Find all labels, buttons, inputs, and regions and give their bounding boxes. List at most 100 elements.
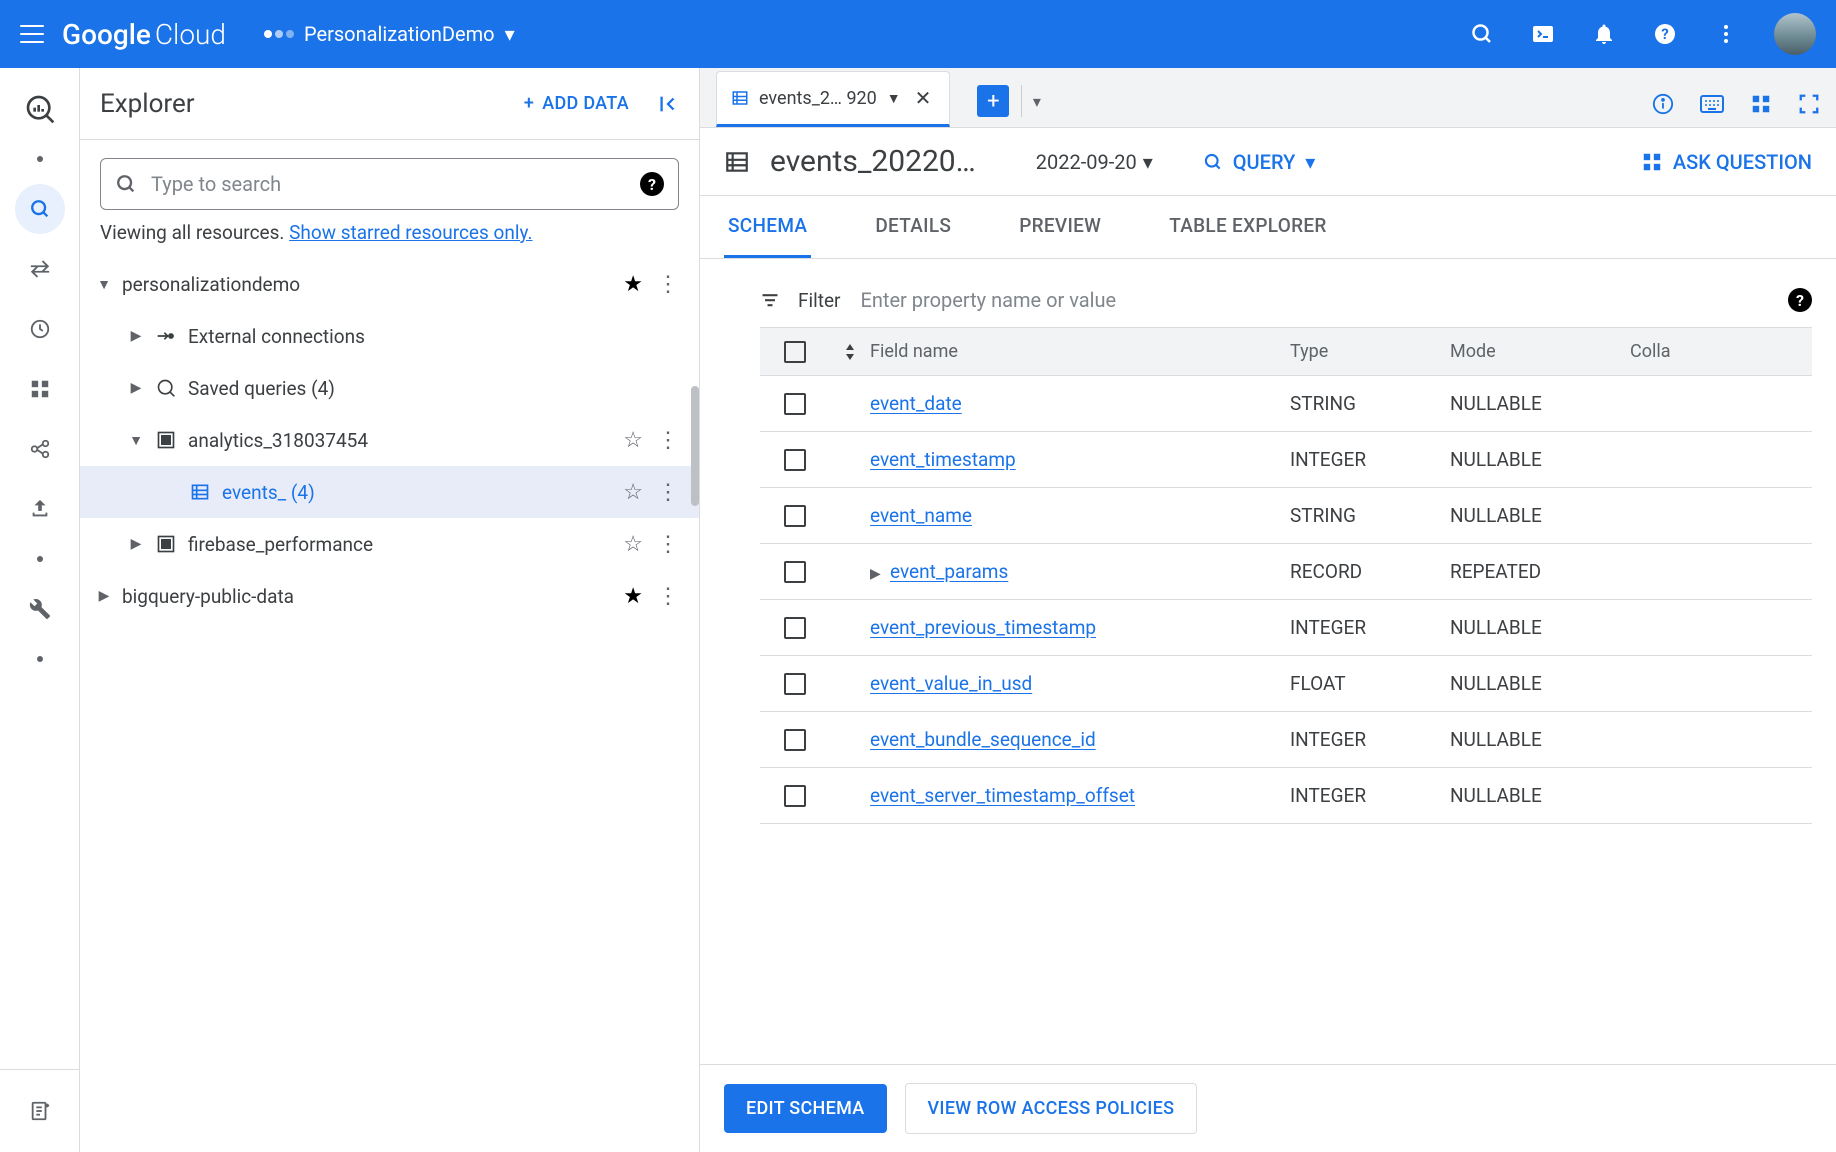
partition-date-picker[interactable]: 2022-09-20 ▾ [1036, 150, 1153, 174]
col-field-name[interactable]: Field name [870, 341, 1290, 362]
table-icon [724, 149, 750, 175]
expand-icon[interactable]: ▶ [128, 380, 144, 396]
row-checkbox[interactable] [784, 729, 806, 751]
row-menu-icon[interactable]: ⋮ [653, 532, 683, 557]
filter-input[interactable] [858, 287, 1770, 313]
star-outline-icon[interactable]: ☆ [623, 480, 643, 505]
row-checkbox[interactable] [784, 785, 806, 807]
expand-icon[interactable]: ▶ [128, 536, 144, 552]
row-checkbox[interactable] [784, 393, 806, 415]
new-tab-button[interactable]: + [977, 85, 1009, 117]
sort-icon[interactable] [830, 342, 870, 362]
explorer-header: Explorer + ADD DATA [80, 68, 699, 140]
row-menu-icon[interactable]: ⋮ [653, 272, 683, 297]
info-icon[interactable] [1652, 93, 1674, 115]
show-starred-link[interactable]: Show starred resources only. [289, 221, 532, 244]
google-cloud-logo[interactable]: Google Cloud [62, 18, 226, 51]
events-label: events_ (4) [222, 481, 613, 504]
project-picker[interactable]: PersonalizationDemo ▾ [264, 22, 515, 46]
col-collation[interactable]: Colla [1630, 341, 1710, 362]
field-link[interactable]: event_previous_timestamp [870, 616, 1096, 639]
rail-transfers-icon[interactable] [15, 244, 65, 294]
field-link[interactable]: event_timestamp [870, 448, 1016, 471]
tab-details[interactable]: DETAILS [871, 196, 955, 258]
tree-project-public[interactable]: ▶ bigquery-public-data ★ ⋮ [80, 570, 699, 622]
row-menu-icon[interactable]: ⋮ [653, 584, 683, 609]
dropdown-icon[interactable]: ▼ [887, 90, 901, 107]
search-icon[interactable] [1469, 21, 1495, 47]
field-type: INTEGER [1290, 728, 1450, 751]
editor-tab[interactable]: events_2… 920 ▼ ✕ [716, 71, 950, 127]
keyboard-icon[interactable] [1700, 94, 1724, 114]
field-type: FLOAT [1290, 672, 1450, 695]
rail-dataflow-icon[interactable] [15, 424, 65, 474]
fullscreen-icon[interactable] [1798, 93, 1820, 115]
tree-table-events[interactable]: events_ (4) ☆ ⋮ [80, 466, 699, 518]
row-menu-icon[interactable]: ⋮ [653, 428, 683, 453]
cloud-shell-icon[interactable] [1530, 21, 1556, 47]
bigquery-icon[interactable] [15, 84, 65, 134]
expand-icon[interactable]: ▼ [96, 276, 112, 293]
rail-biengine-icon[interactable] [15, 364, 65, 414]
field-link[interactable]: event_value_in_usd [870, 672, 1032, 695]
rail-migrate-icon[interactable] [15, 484, 65, 534]
tree-external[interactable]: ▶ External connections [80, 310, 699, 362]
query-button[interactable]: QUERY ▾ [1203, 150, 1316, 174]
rail-settings-icon[interactable] [15, 584, 65, 634]
col-type[interactable]: Type [1290, 341, 1450, 362]
workspace: events_2… 920 ▼ ✕ + ▾ [700, 68, 1836, 1152]
ask-question-button[interactable]: ASK QUESTION [1641, 150, 1812, 174]
field-link[interactable]: event_name [870, 504, 972, 527]
star-outline-icon[interactable]: ☆ [623, 428, 643, 453]
row-menu-icon[interactable]: ⋮ [653, 480, 683, 505]
close-icon[interactable]: ✕ [911, 82, 936, 114]
rail-schedule-icon[interactable] [15, 304, 65, 354]
expand-icon[interactable]: ▼ [128, 432, 144, 449]
hamburger-icon[interactable] [20, 25, 44, 43]
tab-schema[interactable]: SCHEMA [724, 196, 811, 258]
filter-label: Filter [798, 289, 840, 312]
help-icon[interactable]: ? [1652, 21, 1678, 47]
tab-table-explorer[interactable]: TABLE EXPLORER [1165, 196, 1330, 258]
star-outline-icon[interactable]: ☆ [623, 532, 643, 557]
row-checkbox[interactable] [784, 673, 806, 695]
more-icon[interactable] [1713, 21, 1739, 47]
expand-icon[interactable]: ▶ [870, 566, 890, 582]
tree-project[interactable]: ▼ personalizationdemo ★ ⋮ [80, 258, 699, 310]
field-mode: NULLABLE [1450, 392, 1630, 415]
row-checkbox[interactable] [784, 617, 806, 639]
tree-saved-queries[interactable]: ▶ Saved queries (4) [80, 362, 699, 414]
help-icon[interactable]: ? [1788, 288, 1812, 312]
star-filled-icon[interactable]: ★ [623, 272, 643, 297]
tab-preview[interactable]: PREVIEW [1015, 196, 1105, 258]
expand-icon[interactable]: ▶ [128, 328, 144, 344]
add-data-button[interactable]: + ADD DATA [524, 93, 629, 114]
row-checkbox[interactable] [784, 449, 806, 471]
schema-head: Field name Type Mode Colla [760, 328, 1812, 376]
field-link[interactable]: event_server_timestamp_offset [870, 784, 1135, 807]
tree-dataset-analytics[interactable]: ▼ analytics_318037454 ☆ ⋮ [80, 414, 699, 466]
field-link[interactable]: event_params [890, 560, 1008, 583]
edit-schema-button[interactable]: EDIT SCHEMA [724, 1084, 887, 1133]
tree-dataset-firebase[interactable]: ▶ firebase_performance ☆ ⋮ [80, 518, 699, 570]
new-tab-dropdown-icon[interactable]: ▾ [1021, 85, 1045, 117]
expand-icon[interactable]: ▶ [96, 588, 112, 604]
row-checkbox[interactable] [784, 505, 806, 527]
scrollbar-thumb[interactable] [691, 386, 699, 506]
row-checkbox[interactable] [784, 561, 806, 583]
star-filled-icon[interactable]: ★ [623, 584, 643, 609]
col-mode[interactable]: Mode [1450, 341, 1630, 362]
notifications-icon[interactable] [1591, 21, 1617, 47]
help-icon[interactable]: ? [640, 172, 664, 196]
collapse-panel-icon[interactable] [657, 93, 679, 115]
rail-search-icon[interactable] [15, 184, 65, 234]
search-box[interactable]: ? [100, 158, 679, 210]
select-all-checkbox[interactable] [784, 341, 806, 363]
field-link[interactable]: event_bundle_sequence_id [870, 728, 1096, 751]
history-icon[interactable] [1750, 93, 1772, 115]
field-link[interactable]: event_date [870, 392, 962, 415]
view-row-policies-button[interactable]: VIEW ROW ACCESS POLICIES [905, 1083, 1198, 1134]
search-input[interactable] [149, 171, 628, 197]
rail-notes-icon[interactable] [15, 1086, 65, 1136]
avatar[interactable] [1774, 13, 1816, 55]
